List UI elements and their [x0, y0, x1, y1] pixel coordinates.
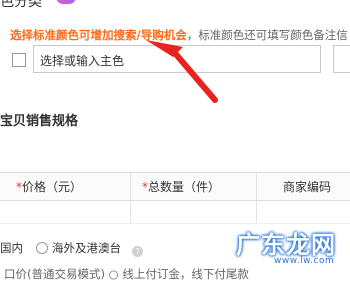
watermark-url: www.lw.com: [274, 256, 335, 266]
arrow-shaft: [171, 49, 218, 103]
watermark-logo: 广东龙网: [236, 231, 336, 259]
